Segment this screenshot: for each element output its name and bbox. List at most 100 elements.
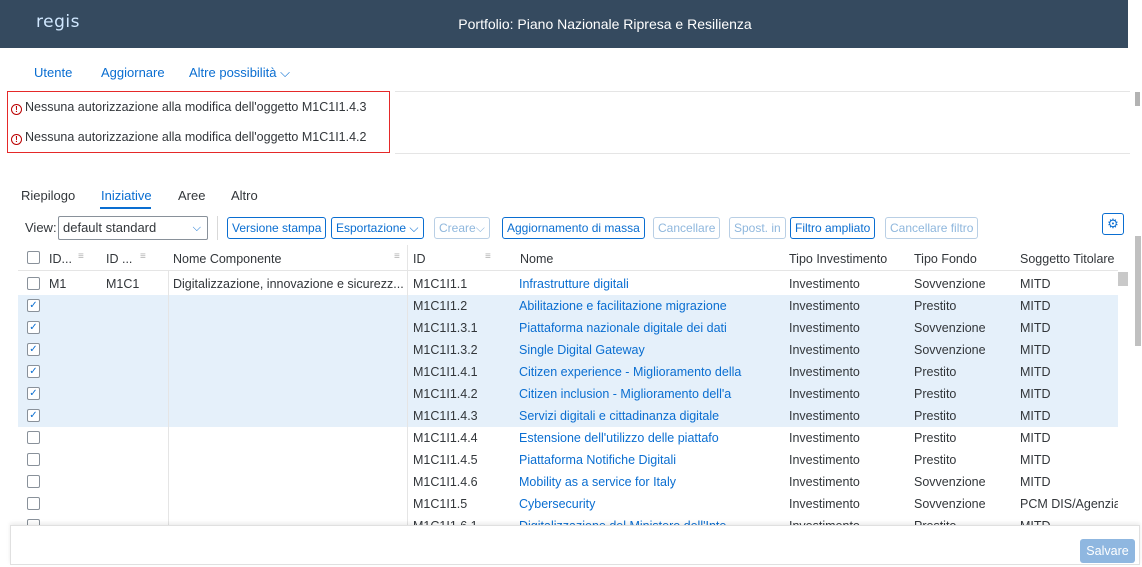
cell-id: M1C1I1.3.1	[413, 321, 478, 335]
cell-owner: MITD	[1020, 409, 1051, 423]
table-row[interactable]: M1C1I1.4.6 Mobility as a service for Ita…	[18, 471, 1118, 493]
view-select[interactable]: default standard ⌵	[58, 216, 208, 240]
column-header-id2[interactable]: ID ...	[106, 252, 132, 266]
cell-name[interactable]: Citizen inclusion - Miglioramento dell'a	[519, 387, 781, 401]
table-row[interactable]: ✓ M1C1I1.2 Abilitazione e facilitazione mi…	[18, 295, 1118, 317]
cell-name[interactable]: Piattaforma Notifiche Digitali	[519, 453, 781, 467]
column-header-id[interactable]: ID	[413, 252, 426, 266]
cell-name[interactable]: Servizi digitali e cittadinanza digitale	[519, 409, 781, 423]
column-header-fund-type[interactable]: Tipo Fondo	[914, 252, 977, 266]
row-checkbox[interactable]	[27, 497, 40, 510]
clear-filter-button[interactable]: Cancellare filtro	[885, 217, 979, 239]
view-label: View:	[25, 220, 57, 235]
column-menu-icon[interactable]: ≡	[485, 251, 491, 262]
cell-owner: MITD	[1020, 475, 1051, 489]
table-row[interactable]: M1C1I1.5 Cybersecurity Investimento Sovvenz…	[18, 493, 1118, 515]
row-checkbox[interactable]: ✓	[27, 387, 40, 400]
move-button[interactable]: Spost. in	[729, 217, 786, 239]
shell-bar: regis Portfolio: Piano Nazionale Ripresa…	[0, 0, 1128, 48]
cell-name[interactable]: Piattaforma nazionale digitale dei dati	[519, 321, 781, 335]
user-link[interactable]: Utente	[34, 65, 72, 80]
cell-name[interactable]: Abilitazione e facilitazione migrazione	[519, 299, 781, 313]
print-version-button[interactable]: Versione stampa	[227, 217, 327, 239]
column-menu-icon[interactable]: ≡	[394, 251, 400, 262]
cell-name[interactable]: Citizen experience - Miglioramento della	[519, 365, 781, 379]
cell-investment-type: Investimento	[789, 431, 860, 445]
cell-id: M1C1I1.1	[413, 277, 468, 291]
cell-component-name: Digitalizzazione, innovazione e sicurezz…	[173, 277, 403, 291]
table-row[interactable]: ✓ M1C1I1.4.2 Citizen inclusion - Miglioram…	[18, 383, 1118, 405]
tab-altro[interactable]: Altro	[231, 188, 258, 203]
table-row[interactable]: M1C1I1.4.4 Estensione dell'utilizzo dell…	[18, 427, 1118, 449]
error-message: ! Nessuna autorizzazione alla modifica de…	[11, 130, 366, 145]
table-row[interactable]: ✓ M1C1I1.3.1 Piattaforma nazionale digital…	[18, 317, 1118, 339]
column-header-name[interactable]: Nome	[520, 252, 553, 266]
tab-iniziative[interactable]: Iniziative	[101, 188, 152, 203]
cell-investment-type: Investimento	[789, 321, 860, 335]
cell-name[interactable]: Estensione dell'utilizzo delle piattafo	[519, 431, 781, 445]
row-checkbox[interactable]	[27, 475, 40, 488]
extended-filter-button[interactable]: Filtro ampliato	[790, 217, 876, 239]
cell-owner: MITD	[1020, 387, 1051, 401]
column-divider	[168, 271, 169, 531]
column-header-id1[interactable]: ID...	[49, 252, 72, 266]
cell-name[interactable]: Single Digital Gateway	[519, 343, 781, 357]
column-header-owner[interactable]: Soggetto Titolare	[1020, 252, 1115, 266]
page-scrollbar-thumb[interactable]	[1135, 236, 1141, 346]
active-tab-indicator	[100, 207, 151, 209]
select-all-checkbox[interactable]	[27, 251, 40, 264]
settings-button[interactable]: ⚙	[1102, 213, 1124, 235]
scrollbar-thumb[interactable]	[1135, 92, 1140, 106]
table-row[interactable]: ✓ M1C1I1.4.3 Servizi digitali e cittadinan…	[18, 405, 1118, 427]
row-checkbox[interactable]: ✓	[27, 409, 40, 422]
refresh-link[interactable]: Aggiornare	[101, 65, 165, 80]
row-checkbox[interactable]: ✓	[27, 343, 40, 356]
create-label: Creare	[439, 221, 476, 235]
cell-owner: MITD	[1020, 277, 1051, 291]
table-row[interactable]: ✓ M1C1I1.3.2 Single Digital Gateway Invest…	[18, 339, 1118, 361]
cell-id: M1C1I1.4.4	[413, 431, 478, 445]
cell-name[interactable]: Mobility as a service for Italy	[519, 475, 781, 489]
cell-id: M1C1I1.4.1	[413, 365, 478, 379]
row-checkbox[interactable]	[27, 453, 40, 466]
table-row[interactable]: M1 M1C1 Digitalizzazione, innovazione e si…	[18, 273, 1118, 295]
save-button[interactable]: Salvare	[1080, 539, 1135, 563]
column-menu-icon[interactable]: ≡	[78, 251, 84, 262]
column-menu-icon[interactable]: ≡	[140, 251, 146, 262]
error-icon: !	[11, 134, 22, 145]
chevron-down-icon: ⌵	[475, 221, 485, 235]
cell-id: M1C1I1.4.6	[413, 475, 478, 489]
cell-fund-type: Sovvenzione	[914, 343, 986, 357]
table-row[interactable]: ✓ M1C1I1.4.1 Citizen experience - Migliora…	[18, 361, 1118, 383]
create-button[interactable]: Creare⌵	[434, 217, 490, 239]
chevron-down-icon: ⌵	[280, 65, 290, 80]
cell-owner: MITD	[1020, 321, 1051, 335]
row-checkbox[interactable]: ✓	[27, 299, 40, 312]
table-scrollbar-thumb[interactable]	[1118, 272, 1128, 286]
column-header-component[interactable]: Nome Componente	[173, 252, 281, 266]
chevron-down-icon: ⌵	[409, 221, 419, 235]
row-checkbox[interactable]	[27, 431, 40, 444]
cell-fund-type: Prestito	[914, 409, 957, 423]
tab-aree[interactable]: Aree	[178, 188, 205, 203]
gear-icon: ⚙	[1107, 216, 1119, 231]
mass-update-button[interactable]: Aggiornamento di massa	[502, 217, 645, 239]
cell-owner: MITD	[1020, 343, 1051, 357]
row-checkbox[interactable]: ✓	[27, 321, 40, 334]
row-checkbox[interactable]: ✓	[27, 365, 40, 378]
cell-id: M1C1I1.4.2	[413, 387, 478, 401]
delete-button[interactable]: Cancellare	[653, 217, 721, 239]
cell-owner: MITD	[1020, 365, 1051, 379]
row-checkbox[interactable]	[27, 277, 40, 290]
table-row[interactable]: M1C1I1.4.5 Piattaforma Notifiche Digital…	[18, 449, 1118, 471]
divider	[395, 153, 1130, 154]
more-options-menu[interactable]: Altre possibilità ⌵	[189, 65, 290, 81]
cell-name[interactable]: Cybersecurity	[519, 497, 781, 511]
tab-riepilogo[interactable]: Riepilogo	[21, 188, 75, 203]
cell-fund-type: Prestito	[914, 299, 957, 313]
export-button[interactable]: Esportazione ⌵	[331, 217, 424, 239]
column-header-investment-type[interactable]: Tipo Investimento	[789, 252, 887, 266]
tab-bar: Riepilogo Iniziative Aree Altro	[0, 180, 1128, 210]
cell-owner: PCM DIS/Agenzia	[1020, 497, 1118, 511]
cell-name[interactable]: Infrastrutture digitali	[519, 277, 781, 291]
